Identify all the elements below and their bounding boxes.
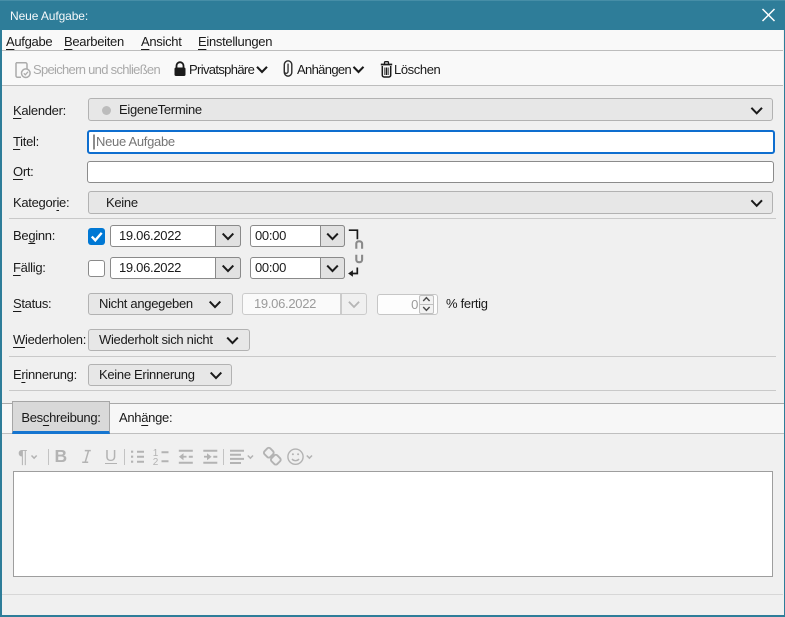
svg-text:2: 2 [153,457,159,468]
